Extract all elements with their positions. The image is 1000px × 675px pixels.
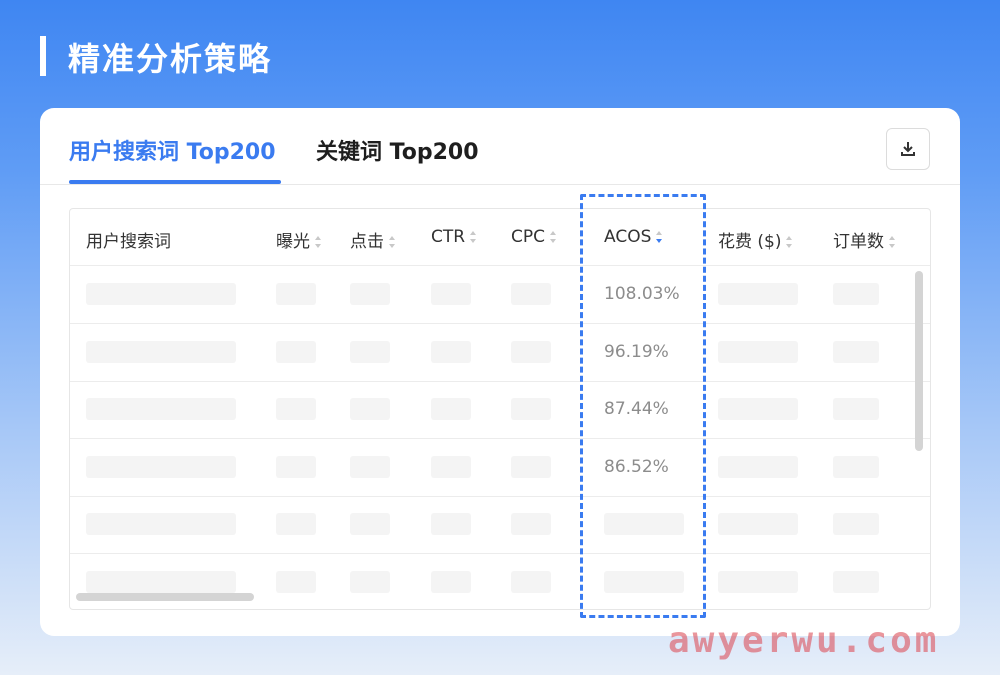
cell-placeholder: [350, 455, 390, 478]
cell-placeholder: [86, 340, 236, 363]
cell-placeholder: [511, 283, 551, 305]
horizontal-scrollbar[interactable]: [76, 593, 254, 601]
tab-search-terms[interactable]: 用户搜索词 Top200: [69, 134, 276, 184]
watermark: awyerwu.com: [668, 620, 940, 661]
cell-placeholder: [718, 570, 798, 593]
cell-placeholder: [718, 398, 798, 420]
cell-placeholder: [833, 283, 879, 305]
tab-keywords[interactable]: 关键词 Top200: [316, 134, 479, 184]
col-header-ctr[interactable]: CTR: [431, 227, 477, 247]
cell-placeholder: [511, 455, 551, 478]
page-title: 精准分析策略: [68, 40, 273, 78]
title-accent-bar: [40, 36, 46, 76]
col-header-spend[interactable]: 花费 ($): [718, 227, 793, 252]
table-row[interactable]: [70, 554, 930, 610]
acos-column-highlight: [580, 194, 706, 618]
sort-icon[interactable]: [315, 236, 322, 248]
cell-placeholder: [833, 340, 879, 363]
cell-placeholder: [431, 570, 471, 593]
cell-placeholder: [276, 340, 316, 363]
cell-placeholder: [833, 570, 879, 593]
cell-placeholder: [718, 283, 798, 305]
table-header: 用户搜索词 曝光 点击 CTR CPC ACOS 花费 ($) 订单数: [70, 209, 930, 266]
cell-placeholder: [718, 340, 798, 363]
sort-icon[interactable]: [389, 236, 396, 248]
download-icon: [901, 142, 915, 156]
cell-placeholder: [86, 398, 236, 420]
table-row[interactable]: [70, 496, 930, 554]
cell-placeholder: [350, 340, 390, 363]
sort-icon[interactable]: [550, 231, 557, 243]
cell-placeholder: [86, 283, 236, 305]
cell-placeholder: [718, 513, 798, 535]
table-row[interactable]: 86.52%: [70, 439, 930, 497]
cell-placeholder: [431, 340, 471, 363]
cell-placeholder: [718, 455, 798, 478]
cell-placeholder: [276, 283, 316, 305]
col-header-impressions[interactable]: 曝光: [276, 227, 322, 252]
table-row[interactable]: 87.44%: [70, 381, 930, 439]
tabs-divider: [40, 184, 960, 185]
cell-placeholder: [350, 570, 390, 593]
cell-placeholder: [833, 398, 879, 420]
sort-icon[interactable]: [786, 236, 793, 248]
sort-icon[interactable]: [470, 231, 477, 243]
col-header-cpc[interactable]: CPC: [511, 227, 557, 247]
cell-placeholder: [276, 513, 316, 535]
cell-placeholder: [431, 455, 471, 478]
col-header-search-term: 用户搜索词: [86, 232, 171, 252]
cell-placeholder: [511, 340, 551, 363]
download-button[interactable]: [886, 128, 930, 170]
analysis-card: 用户搜索词 Top200 关键词 Top200 用户搜索词 曝光 点击 CTR …: [40, 108, 960, 636]
cell-placeholder: [511, 398, 551, 420]
vertical-scrollbar[interactable]: [915, 271, 923, 451]
data-table: 用户搜索词 曝光 点击 CTR CPC ACOS 花费 ($) 订单数 108.…: [69, 208, 931, 610]
cell-placeholder: [86, 455, 236, 478]
cell-placeholder: [511, 570, 551, 593]
cell-placeholder: [350, 513, 390, 535]
cell-placeholder: [350, 398, 390, 420]
cell-placeholder: [833, 455, 879, 478]
col-header-orders[interactable]: 订单数: [833, 227, 896, 252]
cell-placeholder: [833, 513, 879, 535]
cell-placeholder: [431, 513, 471, 535]
table-row[interactable]: 96.19%: [70, 324, 930, 382]
cell-placeholder: [350, 283, 390, 305]
table-row[interactable]: 108.03%: [70, 266, 930, 324]
sort-icon[interactable]: [889, 236, 896, 248]
cell-placeholder: [276, 398, 316, 420]
cell-placeholder: [431, 283, 471, 305]
cell-placeholder: [511, 513, 551, 535]
cell-placeholder: [276, 570, 316, 593]
col-header-clicks[interactable]: 点击: [350, 227, 396, 252]
cell-placeholder: [431, 398, 471, 420]
cell-placeholder: [86, 513, 236, 535]
cell-placeholder: [86, 570, 236, 593]
cell-placeholder: [276, 455, 316, 478]
